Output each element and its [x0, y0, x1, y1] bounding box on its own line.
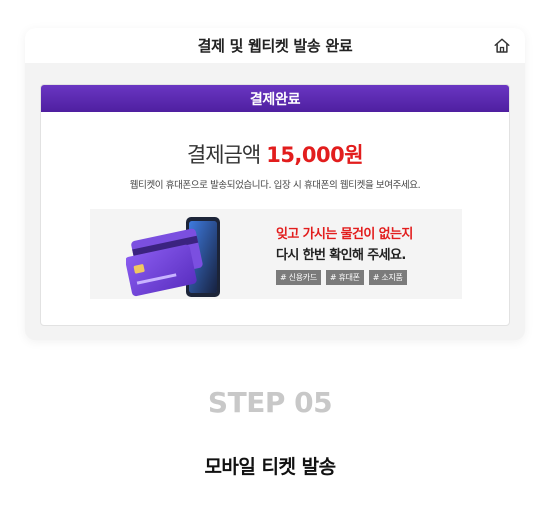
amount-label: 결제금액: [186, 143, 261, 167]
ticket-sent-notice: 웹티켓이 휴대폰으로 발송되었습니다. 입장 시 휴대폰의 웹티켓을 보여주세요…: [129, 180, 421, 191]
phone-screen-panel: 결제 및 웹티켓 발송 완료 결제완료 결제금액 15,000원 웹티켓이 휴대…: [25, 28, 525, 340]
tag-belongings: # 소지품: [368, 270, 407, 285]
card-and-phone-illustration: [126, 217, 220, 297]
reminder-line-1: 잊고 가시는 물건이 없는지: [276, 227, 413, 242]
reminder-tags: # 신용카드 # 휴대폰 # 소지품: [276, 270, 413, 285]
tag-phone: # 휴대폰: [325, 270, 364, 285]
tag-credit-card: # 신용카드: [276, 270, 321, 285]
receipt-header: 결제완료: [41, 85, 509, 112]
step-number: STEP 05: [207, 386, 333, 419]
receipt-header-label: 결제완료: [249, 91, 301, 108]
title-bar: 결제 및 웹티켓 발송 완료: [25, 28, 525, 63]
amount-value: 15,000원: [266, 143, 364, 167]
amount-row: 결제금액 15,000원: [41, 139, 509, 169]
reminder-banner: 잊고 가시는 물건이 없는지 다시 한번 확인해 주세요. # 신용카드 # 휴…: [90, 209, 462, 299]
page-title: 결제 및 웹티켓 발송 완료: [197, 37, 353, 55]
step-caption: 모바일 티켓 발송: [204, 456, 336, 478]
home-icon[interactable]: [493, 37, 511, 55]
reminder-line-2: 다시 한번 확인해 주세요.: [276, 248, 406, 263]
step-card: 결제 및 웹티켓 발송 완료 결제완료 결제금액 15,000원 웹티켓이 휴대…: [0, 0, 540, 517]
reminder-text: 잊고 가시는 물건이 없는지 다시 한번 확인해 주세요. # 신용카드 # 휴…: [276, 223, 413, 285]
payment-complete-card: 결제완료 결제금액 15,000원 웹티켓이 휴대폰으로 발송되었습니다. 입장…: [40, 84, 510, 326]
